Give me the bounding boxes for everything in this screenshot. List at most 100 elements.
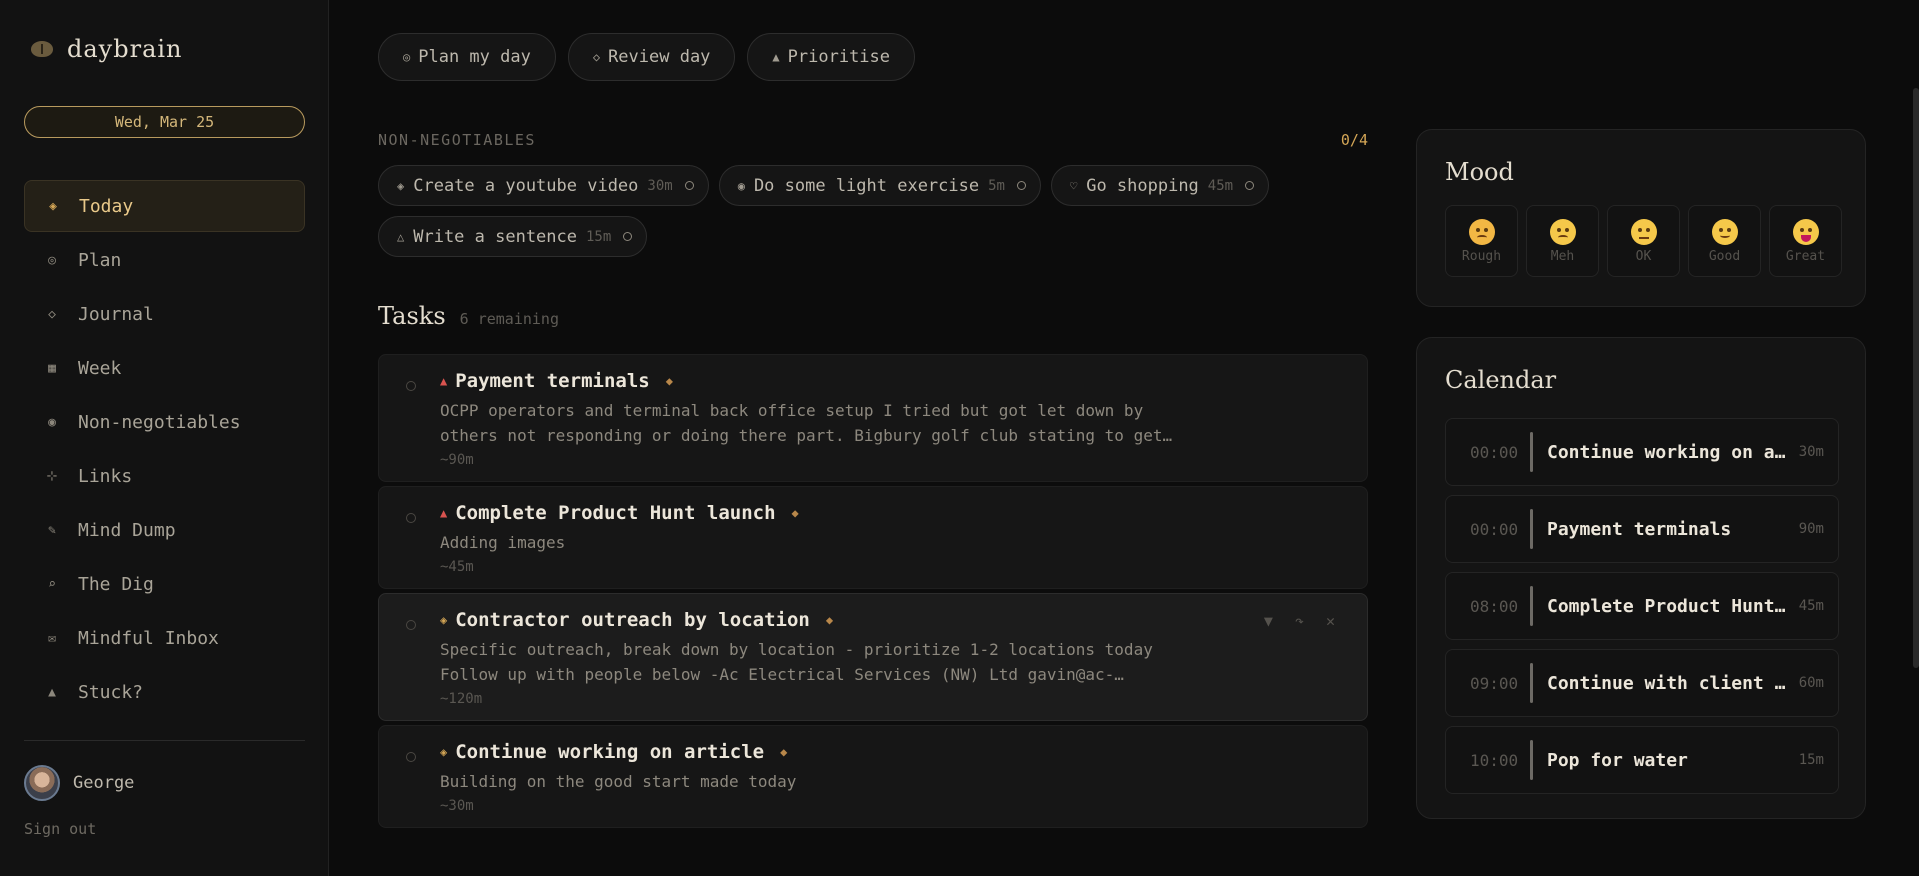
sidebar-item-journal[interactable]: ◇ Journal [24,288,305,340]
task-duration: ~120m [440,691,483,707]
emoji-meh-icon [1549,218,1576,245]
mindful-inbox-icon: ✉ [48,630,56,646]
non-negotiable-icon: △ [397,229,405,244]
checkbox-circle-icon[interactable] [1016,181,1026,190]
user-profile[interactable]: George [24,765,134,801]
emoji-ok-icon [1630,218,1657,245]
event-duration: 30m [1798,444,1824,460]
mouth [1800,234,1811,242]
calendar-event[interactable]: 00:00 Payment terminals 90m [1445,495,1839,563]
event-bar [1530,740,1533,780]
task-checkbox[interactable] [406,752,416,762]
prioritise-icon: ▲ [772,50,780,64]
diamond-icon: ◆ [791,506,799,520]
event-title: Pop for water [1547,749,1688,771]
sidebar-item-label: Mindful Inbox [78,627,219,649]
non-negotiable-chip[interactable]: ◉ Do some light exercise 5m [718,165,1041,206]
calendar-event[interactable]: 00:00 Continue working on article 30m [1445,418,1839,486]
sidebar-item-label: Today [79,195,134,217]
task-card[interactable]: ▲ Complete Product Hunt launch ◆ Adding ima… [378,486,1368,589]
emoji-good-icon [1711,218,1738,245]
brand-name: daybrain [67,35,183,63]
tasks-remaining: 6 remaining [459,310,559,328]
calendar-event[interactable]: 08:00 Complete Product Hunt launch 45m [1445,572,1839,640]
task-card[interactable]: ◈ Continue working on article ◆ Building on… [378,725,1368,828]
sidebar-item-week[interactable]: ▦ Week [24,342,305,394]
mouth [1476,234,1487,240]
non-negotiable-duration: 30m [647,177,673,194]
task-description: OCPP operators and terminal back office … [440,401,1173,445]
mood-option-rough[interactable]: Rough [1445,205,1518,277]
sidebar-item-links[interactable]: ⊹ Links [24,450,305,502]
calendar-event[interactable]: 10:00 Pop for water 15m [1445,726,1839,794]
button-label: Prioritise [787,47,891,67]
sidebar-item-mind-dump[interactable]: ✎ Mind Dump [24,504,305,556]
event-duration: 45m [1798,598,1824,614]
priority-icon: ◈ [440,613,448,627]
prioritise-button[interactable]: ▲ Prioritise [747,33,916,81]
mood-card: Mood Rough Meh OK Good Great [1416,129,1866,307]
sidebar-item-plan[interactable]: ◎ Plan [24,234,305,286]
sidebar-nav: ◈ Today ◎ Plan ◇ Journal ▦ Week ◉ Non-negotiables… [24,180,305,720]
event-duration: 90m [1798,521,1824,537]
sidebar-item-non-negotiables[interactable]: ◉ Non-negotiables [24,396,305,448]
non-negotiables-list: ◈ Create a youtube video 30m ◉ Do some light… [378,165,1368,257]
checkbox-circle-icon[interactable] [623,232,633,241]
sidebar-divider [24,740,305,741]
top-actions: ◎ Plan my day ◇ Review day ▲ Prioritise [378,33,916,81]
defer-icon[interactable]: ↷ [1295,612,1304,630]
task-card[interactable]: ▲ Payment terminals ◆ OCPP operators and te… [378,354,1368,482]
mood-label: Good [1708,248,1741,264]
task-description: Specific outreach, break down by locatio… [440,640,1153,684]
sidebar-item-the-dig[interactable]: ⌕ The Dig [24,558,305,610]
sidebar-item-today[interactable]: ◈ Today [24,180,305,232]
sign-out-link[interactable]: Sign out [24,820,96,838]
delete-icon[interactable]: ✕ [1326,612,1335,630]
the-dig-icon: ⌕ [48,576,56,592]
task-card[interactable]: ◈ Contractor outreach by location ◆ Specifi… [378,593,1368,721]
non-negotiable-duration: 5m [988,177,1005,194]
today-icon: ◈ [49,198,57,214]
mouth [1719,233,1730,238]
priority-icon: ▲ [440,374,448,388]
event-duration: 60m [1798,675,1824,691]
date-selector[interactable]: Wed, Mar 25 [24,106,305,138]
plan-my-day-button[interactable]: ◎ Plan my day [378,33,556,81]
event-time: 09:00 [1470,673,1519,693]
mood-option-ok[interactable]: OK [1607,205,1680,277]
priority-icon: ◈ [440,745,448,759]
event-bar [1530,509,1533,549]
diamond-icon: ◆ [825,613,834,627]
non-negotiable-duration: 15m [586,228,612,245]
scrollbar[interactable] [1913,88,1919,668]
sidebar-item-stuck[interactable]: ▲ Stuck? [24,666,305,718]
mood-option-great[interactable]: Great [1769,205,1842,277]
mind-dump-icon: ✎ [48,522,56,538]
non-negotiable-label: Do some light exercise [753,175,980,196]
checkbox-circle-icon[interactable] [1245,181,1255,190]
checkbox-circle-icon[interactable] [684,181,694,190]
sidebar-item-mindful-inbox[interactable]: ✉ Mindful Inbox [24,612,305,664]
avatar [24,765,60,801]
calendar-event[interactable]: 09:00 Continue with client outreach 60m [1445,649,1839,717]
mood-option-meh[interactable]: Meh [1526,205,1599,277]
task-checkbox[interactable] [406,381,416,391]
task-title-row: ▲ Payment terminals ◆ [440,370,1347,392]
event-bar [1530,432,1533,472]
sidebar-item-label: Plan [78,249,122,271]
move-down-icon[interactable]: ▼ [1264,612,1273,630]
review-day-button[interactable]: ◇ Review day [567,33,736,81]
non-negotiable-chip[interactable]: ◈ Create a youtube video 30m [378,165,709,206]
non-negotiable-chip[interactable]: ♡ Go shopping 45m [1050,165,1270,206]
task-checkbox[interactable] [406,620,416,630]
task-checkbox[interactable] [406,513,416,523]
mood-label: Rough [1461,248,1502,264]
tasks-header: Tasks 6 remaining [378,302,559,330]
mood-option-good[interactable]: Good [1688,205,1761,277]
task-description: Adding images [440,533,566,552]
brand[interactable]: daybrain [31,35,183,63]
sidebar-item-label: Non-negotiables [78,411,241,433]
sidebar: daybrain Wed, Mar 25 ◈ Today ◎ Plan ◇ Journal… [0,0,329,876]
mood-label: OK [1635,248,1652,264]
non-negotiable-chip[interactable]: △ Write a sentence 15m [378,216,648,257]
